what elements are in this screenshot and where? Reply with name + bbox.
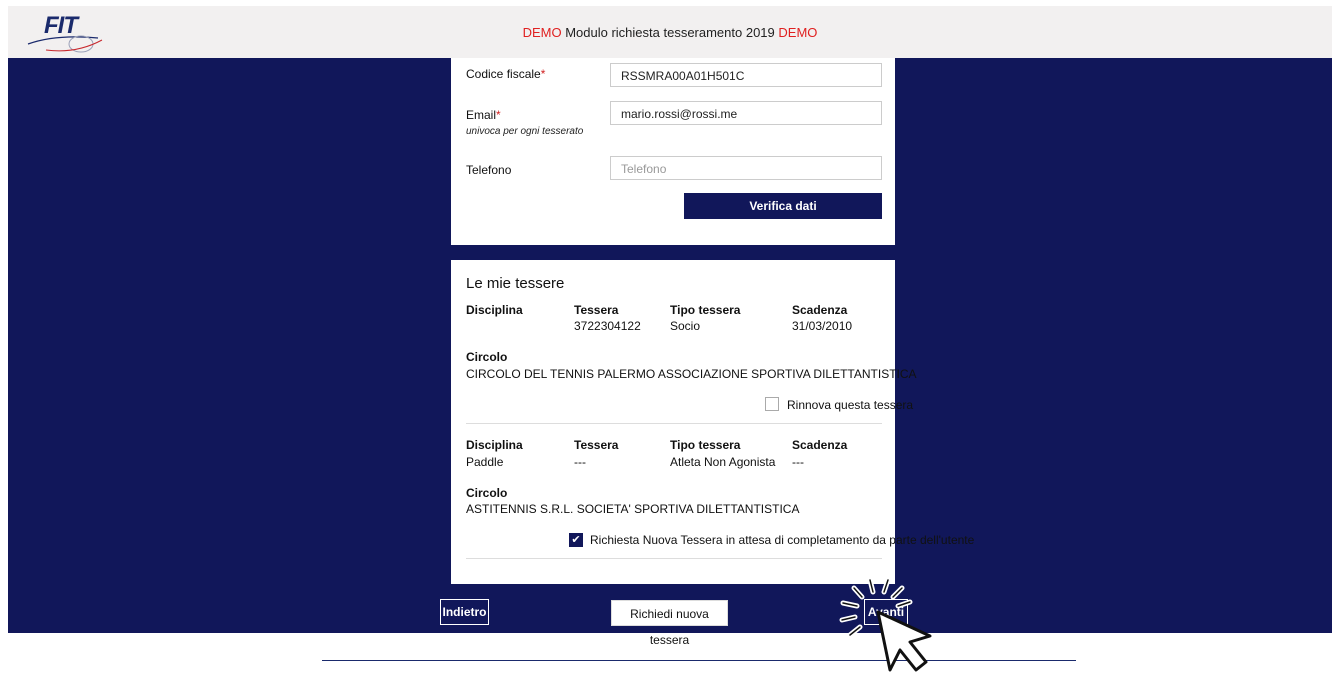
tipo-tessera-header: Tipo tessera [670,438,741,452]
email-label: Email* [466,108,501,122]
codice-fiscale-label-text: Codice fiscale [466,67,541,81]
required-mark: * [540,67,546,81]
card-disciplina: Paddle [466,455,504,469]
disciplina-header: Disciplina [466,303,523,317]
my-cards-title: Le mie tessere [466,275,565,292]
email-input[interactable]: mario.rossi@rossi.me [610,101,882,125]
tessera-header: Tessera [574,303,619,317]
tessera-header: Tessera [574,438,619,452]
card-scadenza: --- [792,455,804,469]
card-tessera: --- [574,455,586,469]
page-title: DEMO Modulo richiesta tesseramento 2019 … [8,25,1332,40]
scadenza-header: Scadenza [792,303,848,317]
renew-card-label[interactable]: Rinnova questa tessera [787,398,913,412]
demo-label-left: DEMO [522,25,562,40]
bottom-divider [322,660,1076,661]
header-bar: FIT DEMO Modulo richiesta tesseramento 2… [8,6,1332,58]
card-circolo: ASTITENNIS S.R.L. SOCIETA' SPORTIVA DILE… [466,502,800,516]
verify-data-button[interactable]: Verifica dati [684,193,882,219]
card-tipo: Atleta Non Agonista [670,455,776,469]
codice-fiscale-label: Codice fiscale* [466,67,545,81]
new-card-request-checkbox[interactable]: ✔ [569,533,583,547]
card-divider [466,423,882,424]
email-hint: univoca per ogni tesserato [466,126,584,137]
request-new-card-button[interactable]: Richiedi nuova tessera [611,600,728,647]
disciplina-header: Disciplina [466,438,523,452]
telefono-input[interactable]: Telefono [610,156,882,180]
email-label-text: Email [466,108,497,122]
demo-label-right: DEMO [778,25,818,40]
card-tessera: 3722304122 [574,319,641,333]
telefono-label: Telefono [466,163,512,177]
circolo-header: Circolo [466,350,508,364]
card-divider [466,558,882,559]
title-text: Modulo richiesta tesseramento 2019 [561,25,779,40]
renew-card-checkbox[interactable] [765,397,779,411]
scadenza-header: Scadenza [792,438,848,452]
tipo-tessera-header: Tipo tessera [670,303,741,317]
card-tipo: Socio [670,319,701,333]
codice-fiscale-input[interactable]: RSSMRA00A01H501C [610,63,882,87]
card-scadenza: 31/03/2010 [792,319,853,333]
required-mark: * [496,108,501,122]
card-circolo: CIRCOLO DEL TENNIS PALERMO ASSOCIAZIONE … [466,367,917,381]
click-cursor-icon [839,577,932,672]
circolo-header: Circolo [466,486,508,500]
back-button[interactable]: Indietro [440,599,489,625]
new-card-request-label[interactable]: Richiesta Nuova Tessera in attesa di com… [590,533,974,547]
